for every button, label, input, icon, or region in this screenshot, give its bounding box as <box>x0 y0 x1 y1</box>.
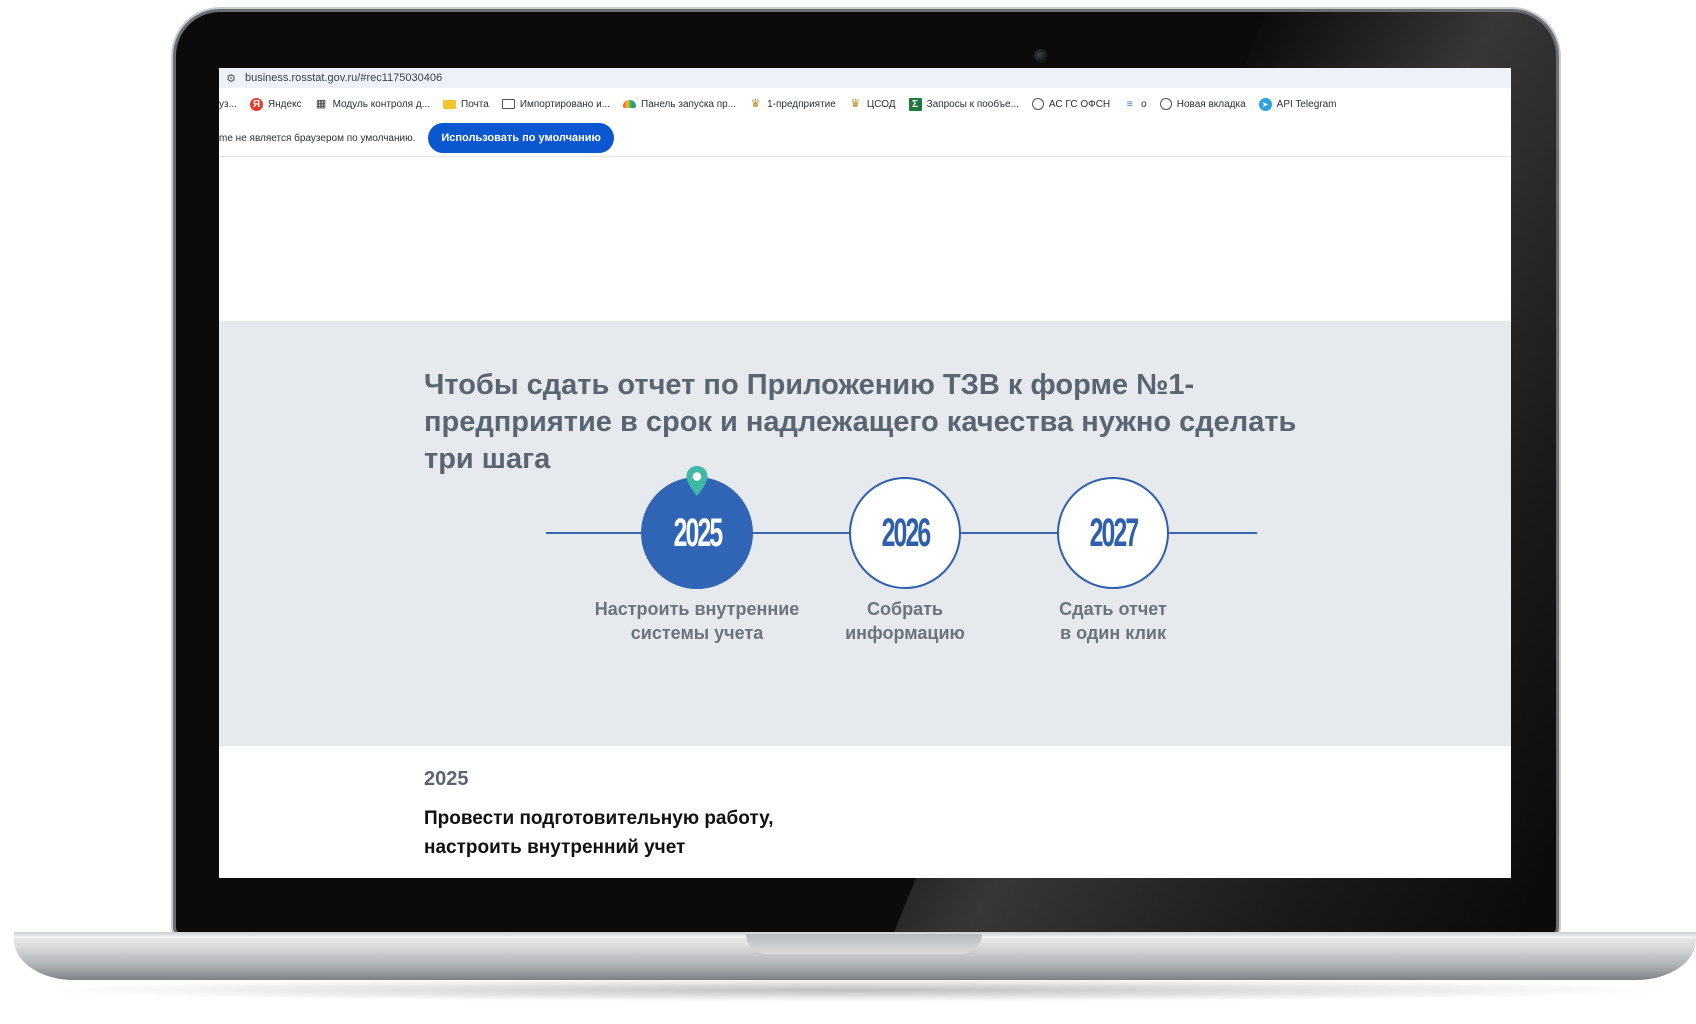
url-text[interactable]: business.rosstat.gov.ru/#rec1175030406 <box>245 72 442 84</box>
section-title: Чтобы сдать отчет по Приложению ТЗВ к фо… <box>424 369 1297 475</box>
bookmark-module[interactable]: ▦ Модуль контроля д... <box>315 98 430 111</box>
bookmark-label: ЦСОД <box>866 98 896 110</box>
site-settings-icon[interactable]: ⚙ <box>221 72 241 85</box>
globe-icon <box>1031 98 1044 110</box>
globe-icon <box>1159 98 1172 110</box>
mail-icon <box>443 99 457 109</box>
yandex-icon: Я <box>249 97 263 111</box>
step-circle-2027[interactable]: 2027 <box>1057 477 1169 589</box>
location-pin-icon <box>686 466 708 496</box>
section-year: 2025 <box>424 768 469 790</box>
section-heading: Провести подготовительную работу, настро… <box>424 808 774 858</box>
grid-icon: ▦ <box>315 97 327 110</box>
bookmark-launch-panel[interactable]: Панель запуска пр... <box>623 99 736 110</box>
bookmark-label: 1-предприятие <box>767 98 836 110</box>
step-year: 2025 <box>673 510 723 555</box>
lines-icon: ≡ <box>1126 98 1133 110</box>
browser-screen: ⚙ business.rosstat.gov.ru/#rec1175030406… <box>219 68 1511 878</box>
bookmark-api-telegram[interactable]: ➤ API Telegram <box>1258 97 1337 111</box>
bookmark-mail[interactable]: Почта <box>443 99 489 110</box>
step-circle-2026[interactable]: 2026 <box>849 477 961 589</box>
steps-timeline: 2025 2026 2027 Настроить внутренние сист… <box>219 466 1511 661</box>
bookmark-label: АС ГС ОФСН <box>1048 98 1111 110</box>
timeline-line <box>1165 532 1257 534</box>
bookmark-new-tab[interactable]: Новая вкладка <box>1159 98 1246 110</box>
bookmark-queries[interactable]: Σ Запросы к пообъе... <box>908 97 1019 111</box>
emblem-icon: ♛ <box>750 97 761 110</box>
telegram-icon: ➤ <box>1258 97 1272 111</box>
bookmarks-bar: уз... Я Яндекс ▦ Модуль контроля д... По… <box>219 88 1511 120</box>
rainbow-icon <box>623 100 637 108</box>
address-bar[interactable]: ⚙ business.rosstat.gov.ru/#rec1175030406 <box>219 68 1511 88</box>
bookmark-o[interactable]: ≡ o <box>1123 98 1147 111</box>
bookmark-item[interactable]: уз... <box>219 99 237 110</box>
bookmark-label: API Telegram <box>1276 98 1337 110</box>
bookmark-imported[interactable]: Импортировано и... <box>501 98 611 110</box>
bookmark-label: Панель запуска пр... <box>641 98 737 110</box>
steps-section: Чтобы сдать отчет по Приложению ТЗВ к фо… <box>219 321 1511 746</box>
timeline-line <box>546 532 641 534</box>
bookmark-label: Яндекс <box>267 98 302 110</box>
bookmark-as-gs-ofsn[interactable]: АС ГС ОФСН <box>1031 98 1111 110</box>
bookmark-label: Импортировано и... <box>519 98 611 110</box>
bookmark-label: уз... <box>219 98 237 110</box>
step-year: 2027 <box>1089 510 1139 555</box>
bookmark-label: Запросы к пообъе... <box>926 98 1019 110</box>
laptop-notch <box>746 934 982 954</box>
step-year: 2026 <box>881 510 931 555</box>
bookmark-label: Модуль контроля д... <box>332 98 431 110</box>
bookmark-1-predpriyatie[interactable]: ♛ 1-предприятие <box>749 98 836 111</box>
default-browser-infobar: me не является браузером по умолчанию. И… <box>219 120 1511 157</box>
step-label: Сдать отчет в один клик <box>1059 599 1167 643</box>
bookmark-label: o <box>1141 98 1147 110</box>
emblem-icon: ♛ <box>850 97 861 110</box>
infobar-text: me не является браузером по умолчанию. <box>219 132 416 144</box>
page-content: Чтобы сдать отчет по Приложению ТЗВ к фо… <box>219 157 1511 878</box>
laptop-shadow <box>30 978 1680 1002</box>
set-default-button[interactable]: Использовать по умолчанию <box>428 123 614 153</box>
folder-icon <box>501 99 515 109</box>
sigma-icon: Σ <box>908 97 922 111</box>
step-label: Настроить внутренние системы учета <box>594 599 800 643</box>
bookmark-label: Новая вкладка <box>1176 98 1246 110</box>
bookmark-yandex[interactable]: Я Яндекс <box>249 97 302 111</box>
bookmark-label: Почта <box>461 98 489 110</box>
timeline-line <box>749 532 857 534</box>
timeline-line <box>957 532 1065 534</box>
step-label: Собрать информацию <box>845 599 965 643</box>
bookmark-csod[interactable]: ♛ ЦСОД <box>849 97 896 111</box>
webcam <box>1034 49 1048 63</box>
